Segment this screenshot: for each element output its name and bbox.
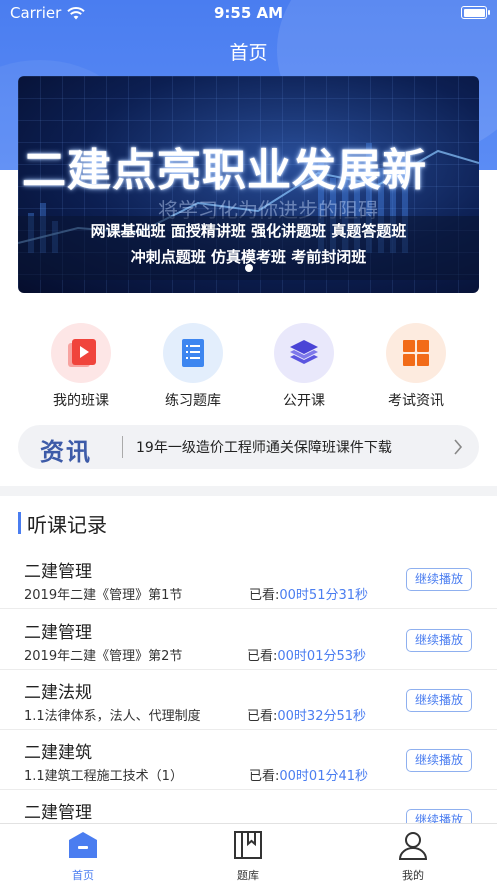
document-list-icon [163,323,223,383]
quick-question-bank[interactable]: 练习题库 [143,323,243,410]
record-row[interactable]: 二建管理 2019年二建《管理》第2节 已看:00时01分53秒 继续播放 [0,610,497,670]
record-watched: 已看:00时32分51秒 [247,705,366,724]
tab-profile[interactable]: 我的 [373,830,453,883]
record-row[interactable]: 二建建筑 1.1建筑工程施工技术（1） 已看:00时01分41秒 继续播放 [0,730,497,790]
tab-bar: 首页 题库 我的 [0,823,497,883]
status-bar: Carrier 9:55 AM [0,0,497,26]
tab-profile-label: 我的 [402,869,424,882]
quick-menu: 我的班课 练习题库 公开课 考试资讯 [0,323,497,413]
video-play-icon [51,323,111,383]
quick-open-class[interactable]: 公开课 [254,323,354,410]
section-divider [0,486,497,496]
quick-question-bank-label: 练习题库 [165,393,221,409]
banner-course-list-1: 网课基础班 面授精讲班 强化讲题班 真题答题班 [90,222,407,240]
tab-home-label: 首页 [72,869,94,882]
news-divider [122,436,123,458]
grid-icon [386,323,446,383]
quick-my-classes-label: 我的班课 [53,393,109,409]
watched-label: 已看: [247,649,278,664]
watched-label: 已看: [249,588,280,603]
watched-duration: 00时01分41秒 [279,769,369,784]
continue-play-button[interactable]: 继续播放 [406,689,472,712]
watched-duration: 00时32分51秒 [277,709,367,724]
records-header: 听课记录 [18,510,107,537]
news-ticker[interactable]: 资讯 19年一级造价工程师通关保障班课件下载 [18,425,479,469]
quick-my-classes[interactable]: 我的班课 [31,323,131,410]
banner-pager[interactable] [18,264,479,272]
watched-duration: 00时01分53秒 [277,649,367,664]
record-watched: 已看:00时01分41秒 [249,765,368,784]
home-icon [69,832,97,858]
watched-duration: 00时51分31秒 [279,588,369,603]
tab-question-bank[interactable]: 题库 [208,830,288,883]
record-subject: 二建法规 [24,683,92,703]
title-accent-bar [18,512,21,534]
book-icon [234,831,262,859]
home-screen: Carrier 9:55 AM 首页 二建点亮职业发展新 将学习化为你进步的阻碍… [0,0,497,883]
record-subject: 二建管理 [24,803,92,823]
record-row[interactable]: 二建法规 1.1法律体系，法人、代理制度 已看:00时32分51秒 继续播放 [0,670,497,730]
pager-dot[interactable] [244,264,253,272]
record-watched: 已看:00时51分31秒 [249,584,368,603]
news-headline[interactable]: 19年一级造价工程师通关保障班课件下载 [136,437,392,457]
record-subject: 二建管理 [24,562,92,582]
banner-headline: 二建点亮职业发展新 [22,145,427,196]
continue-play-button[interactable]: 继续播放 [406,749,472,772]
continue-play-button[interactable]: 继续播放 [406,629,472,652]
record-lesson: 2019年二建《管理》第1节 [24,588,183,603]
record-lesson: 1.1建筑工程施工技术（1） [24,769,183,784]
watched-label: 已看: [249,769,280,784]
record-subject: 二建建筑 [24,743,92,763]
record-watched: 已看:00时01分53秒 [247,645,366,664]
promo-banner[interactable]: 二建点亮职业发展新 将学习化为你进步的阻碍 网课基础班 面授精讲班 强化讲题班 … [18,76,479,293]
news-tag: 资讯 [40,438,92,466]
chevron-right-icon [454,439,463,455]
layers-icon [274,323,334,383]
record-subject: 二建管理 [24,623,92,643]
battery-icon [461,6,490,19]
watched-label: 已看: [247,709,278,724]
tab-question-bank-label: 题库 [237,869,259,882]
quick-open-class-label: 公开课 [283,393,325,409]
record-lesson: 2019年二建《管理》第2节 [24,649,183,664]
user-icon [398,832,428,860]
tab-home[interactable]: 首页 [43,830,123,883]
record-row[interactable]: 二建管理 2019年二建《管理》第1节 已看:00时51分31秒 继续播放 [0,549,497,609]
quick-exam-news-label: 考试资讯 [388,393,444,409]
quick-exam-news[interactable]: 考试资讯 [366,323,466,410]
clock: 9:55 AM [213,4,284,22]
page-title: 首页 [229,42,268,64]
continue-play-button[interactable]: 继续播放 [406,568,472,591]
records-title: 听课记录 [27,512,107,537]
record-lesson: 1.1法律体系，法人、代理制度 [24,709,201,724]
